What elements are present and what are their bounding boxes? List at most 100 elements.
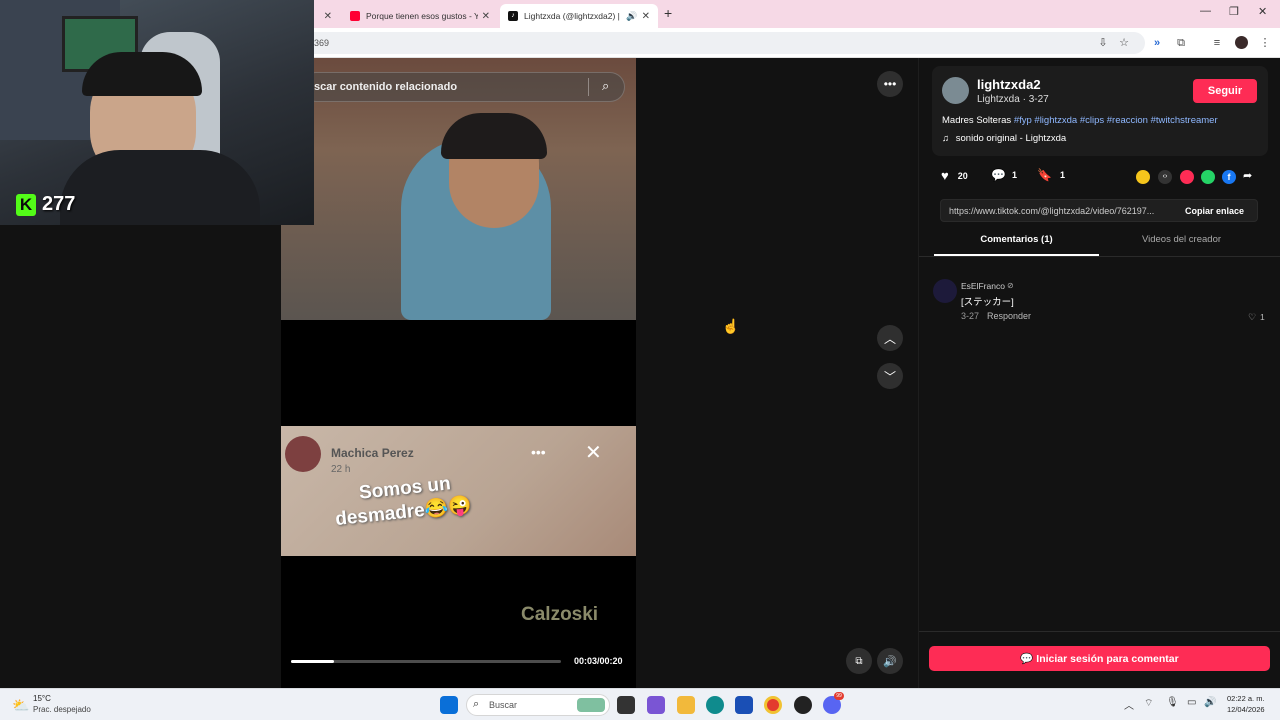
inner-post-time: 22 h <box>331 464 351 475</box>
volume-icon[interactable]: 🔊 <box>877 648 903 674</box>
comment-date: 3-27 <box>961 311 980 321</box>
author-card: lightzxda2 Lightzxda · 3-27 Seguir Madre… <box>932 66 1268 156</box>
browser-menu-icon[interactable]: ⋮ <box>1256 34 1274 52</box>
search-input[interactable]: scar contenido relacionado <box>314 81 457 93</box>
comment-like-icon[interactable]: ♡ <box>1248 312 1256 323</box>
tab-title: Lightzxda (@lightzxda2) | T <box>524 11 622 21</box>
save-action[interactable]: 🔖 1 <box>1037 168 1065 182</box>
login-to-comment-button[interactable]: 💬 Iniciar sesión para comentar <box>929 646 1270 671</box>
tab-creator-videos[interactable]: Videos del creador <box>1099 234 1264 256</box>
weather-icon[interactable]: ⛅ <box>12 697 29 714</box>
tab-comments[interactable]: Comentarios (1) <box>934 234 1099 256</box>
browser-tab-youtube[interactable]: Porque tienen esos gustos - Yo ✕ <box>342 4 498 28</box>
verified-icon: ⊘ <box>1007 281 1014 290</box>
close-tab-icon[interactable]: ✕ <box>482 11 490 22</box>
next-video-button[interactable]: ﹀ <box>877 363 903 389</box>
weather-desc: Prac. despejado <box>33 705 91 714</box>
profile-avatar[interactable] <box>1232 34 1250 52</box>
weather-temp: 15°C <box>33 694 51 703</box>
clock-time[interactable]: 02:22 a. m. <box>1227 694 1265 703</box>
url-field[interactable]: 369 <box>300 32 1145 54</box>
comment-text: [ステッカー] <box>961 297 1014 308</box>
edge-icon[interactable] <box>706 696 724 714</box>
youtube-icon <box>350 11 360 21</box>
close-tab-icon[interactable]: ✕ <box>324 11 332 22</box>
like-count: 20 <box>957 170 968 181</box>
music-note-icon: ♫ <box>942 133 950 144</box>
send-icon[interactable] <box>1180 170 1194 184</box>
extension-icon[interactable]: » <box>1148 34 1166 52</box>
volume-tray-icon[interactable]: 🔊 <box>1204 697 1216 708</box>
new-tab-button[interactable]: + <box>664 5 672 21</box>
network-icon[interactable]: ⌔ <box>1144 697 1153 710</box>
search-icon: ⌕ <box>473 698 480 710</box>
progress-track[interactable] <box>291 660 561 663</box>
media-control-icon[interactable]: ≡ <box>1208 34 1226 52</box>
author-display-date: Lightzxda · 3-27 <box>977 94 1049 105</box>
sound-row[interactable]: ♫ sonido original - Lightzxda <box>942 133 1066 144</box>
video-link[interactable]: https://www.tiktok.com/@lightzxda2/video… <box>949 206 1175 216</box>
copilot-icon[interactable] <box>647 696 665 714</box>
close-window-button[interactable]: ✕ <box>1258 5 1267 18</box>
notification-badge: 99 <box>834 692 844 700</box>
video-player[interactable]: scar contenido relacionado ⌕ Machica Per… <box>281 58 636 688</box>
facebook-icon[interactable]: f <box>1222 170 1236 184</box>
copy-link-button[interactable]: Copiar enlace <box>1185 206 1244 216</box>
chrome-icon[interactable] <box>764 696 782 714</box>
browser-tab-tiktok[interactable]: ♪ Lightzxda (@lightzxda2) | T 🔊 ✕ <box>500 4 658 28</box>
progress-fill <box>291 660 335 663</box>
description-text: Madres Solteras <box>942 115 1012 126</box>
kick-logo-icon: K <box>16 194 36 216</box>
previous-video-button[interactable]: ︿ <box>877 325 903 351</box>
bookmark-star-icon[interactable]: ☆ <box>1115 34 1133 52</box>
related-search-bar[interactable]: scar contenido relacionado ⌕ <box>301 72 625 102</box>
windows-start-icon[interactable] <box>440 696 458 714</box>
search-icon[interactable]: ⌕ <box>602 78 609 94</box>
more-options-button[interactable]: ••• <box>877 71 903 97</box>
comment-icon[interactable]: 💬 <box>991 168 1006 182</box>
footer-divider <box>919 631 1280 632</box>
maximize-button[interactable]: ❐ <box>1229 5 1239 18</box>
close-tab-icon[interactable]: ✕ <box>642 11 650 22</box>
share-friends-icon[interactable] <box>1136 170 1150 184</box>
time-display: 00:03/00:20 <box>574 656 623 666</box>
minimize-button[interactable]: — <box>1200 5 1211 17</box>
streamer-shirt <box>60 150 260 225</box>
author-username[interactable]: lightzxda2 <box>977 77 1041 92</box>
share-icon[interactable]: ➦ <box>1243 169 1252 182</box>
file-explorer-icon[interactable] <box>677 696 695 714</box>
extensions-puzzle-icon[interactable]: ⧉ <box>1172 34 1190 52</box>
inner-post-avatar <box>285 436 321 472</box>
inner-post-author: Machica Perez <box>331 446 414 460</box>
commenter-avatar[interactable] <box>933 279 957 303</box>
store-icon[interactable] <box>735 696 753 714</box>
follow-button[interactable]: Seguir <box>1193 79 1257 103</box>
divider <box>588 78 589 96</box>
more-options-icon: ••• <box>531 444 546 460</box>
hidden-icons-chevron-icon[interactable]: ︿ <box>1124 697 1134 712</box>
bookmark-icon[interactable]: 🔖 <box>1037 168 1052 182</box>
whatsapp-icon[interactable] <box>1201 170 1215 184</box>
heart-icon[interactable]: ♥ <box>941 168 949 183</box>
reply-button[interactable]: Responder <box>987 311 1031 321</box>
microphone-icon[interactable]: 🎙 <box>1166 697 1179 708</box>
comment-action[interactable]: 💬 1 <box>991 168 1017 182</box>
tabs-divider <box>919 256 1280 257</box>
embed-icon[interactable]: ‹› <box>1158 170 1172 184</box>
sound-name[interactable]: sonido original - Lightzxda <box>956 133 1066 144</box>
pip-icon[interactable]: ⧉ <box>846 648 872 674</box>
like-action[interactable]: ♥ 20 <box>941 168 968 183</box>
app-icon[interactable] <box>794 696 812 714</box>
display-icon[interactable]: ▭ <box>1187 697 1196 708</box>
comment-author[interactable]: EsElFranco <box>961 281 1005 291</box>
speaker-icon[interactable]: 🔊 <box>626 11 637 22</box>
tab-title: Porque tienen esos gustos - Yo <box>366 11 478 21</box>
hashtags[interactable]: #fyp #lightzxda #clips #reaccion #twitch… <box>1014 115 1218 126</box>
taskbar-search[interactable]: ⌕ Buscar <box>466 694 610 716</box>
task-view-icon[interactable] <box>617 696 635 714</box>
person-headset <box>441 113 547 159</box>
browser-tab-partial[interactable]: ✕ <box>314 4 340 28</box>
clock-date[interactable]: 12/04/2026 <box>1227 705 1265 714</box>
author-avatar[interactable] <box>942 77 969 104</box>
install-app-icon[interactable]: ⇩ <box>1094 34 1112 52</box>
